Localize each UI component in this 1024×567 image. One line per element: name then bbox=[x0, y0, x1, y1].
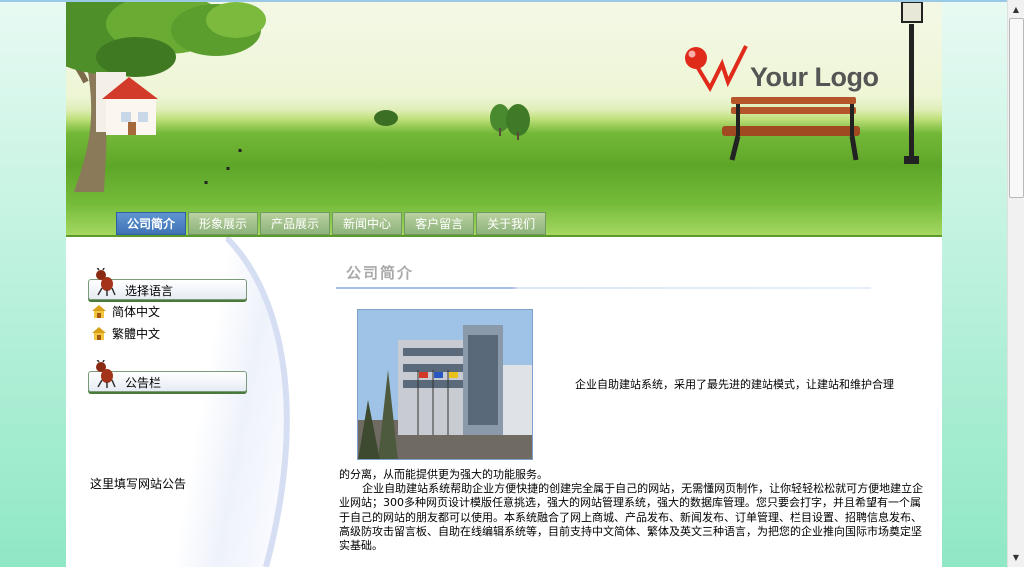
language-heading-label: 选择语言 bbox=[125, 284, 174, 298]
header-banner: ▪ ▪ ▪ Your Logo 公司简介 形象展示 产品展示 新闻中心 客户留言… bbox=[66, 2, 942, 236]
svg-text:▪: ▪ bbox=[226, 165, 230, 172]
scrollbar-thumb[interactable] bbox=[1009, 18, 1024, 198]
scroll-up-arrow-icon[interactable]: ▲ bbox=[1008, 1, 1024, 17]
home-icon bbox=[92, 305, 106, 318]
lang-traditional[interactable]: 繁體中文 bbox=[92, 325, 160, 342]
tab-about-us[interactable]: 关于我们 bbox=[476, 212, 547, 235]
logo-icon bbox=[685, 45, 748, 93]
main-nav: 公司简介 形象展示 产品展示 新闻中心 客户留言 关于我们 bbox=[116, 212, 547, 235]
banner-scenery: ▪ ▪ ▪ bbox=[66, 2, 923, 192]
language-heading: 选择语言 bbox=[88, 268, 247, 300]
scroll-down-arrow-icon[interactable]: ▼ bbox=[1008, 549, 1024, 565]
company-building-photo bbox=[357, 309, 533, 460]
intro-body: 的分离，从而能提供更为强大的功能服务。 企业自助建站系统帮助企业方便快捷的创建完… bbox=[339, 468, 929, 553]
ant-icon bbox=[96, 360, 116, 388]
tab-news[interactable]: 新闻中心 bbox=[332, 212, 403, 235]
intro-paragraph-1-end: 的分离，从而能提供更为强大的功能服务。 bbox=[339, 468, 548, 481]
lang-traditional-label: 繁體中文 bbox=[112, 327, 161, 341]
title-underline bbox=[336, 287, 871, 289]
intro-line: 企业自助建站系统，采用了最先进的建站模式，让建站和维护合理 bbox=[575, 378, 894, 391]
svg-text:▪: ▪ bbox=[238, 147, 242, 154]
vertical-scrollbar[interactable]: ▲ ▼ bbox=[1007, 0, 1024, 567]
tab-guestbook[interactable]: 客户留言 bbox=[404, 212, 475, 235]
lang-simplified[interactable]: 简体中文 bbox=[92, 303, 160, 320]
notice-heading-label: 公告栏 bbox=[125, 376, 162, 390]
intro-paragraph-2: 企业自助建站系统帮助企业方便快捷的创建完全属于自己的网站，无需懂网页制作，让你轻… bbox=[339, 482, 924, 553]
notice-text: 这里填写网站公告 bbox=[90, 477, 187, 491]
page-container: ▪ ▪ ▪ Your Logo 公司简介 形象展示 产品展示 新闻中心 客户留言… bbox=[66, 2, 942, 567]
svg-text:▪: ▪ bbox=[204, 179, 208, 186]
tab-image-showcase[interactable]: 形象展示 bbox=[188, 212, 259, 235]
logo-text: Your Logo bbox=[750, 62, 879, 92]
page-title: 公司简介 bbox=[346, 264, 415, 282]
lang-simplified-label: 简体中文 bbox=[112, 305, 161, 319]
ant-icon bbox=[96, 268, 116, 296]
tab-products[interactable]: 产品展示 bbox=[260, 212, 331, 235]
site-logo[interactable]: Your Logo bbox=[682, 44, 879, 100]
tab-company-intro[interactable]: 公司简介 bbox=[116, 212, 187, 235]
notice-heading: 公告栏 bbox=[88, 360, 247, 392]
home-icon bbox=[92, 327, 106, 340]
